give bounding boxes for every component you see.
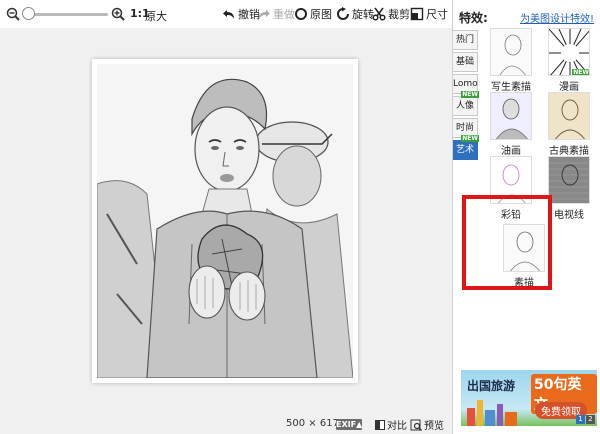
preview-label: 预览 xyxy=(424,421,444,432)
ad-page-1[interactable]: 1 xyxy=(576,415,585,424)
effect-thumbnail: NEW xyxy=(548,28,590,76)
effect-thumbnail xyxy=(490,28,532,76)
tab-label: 基础 xyxy=(455,57,474,67)
resize-icon xyxy=(410,7,424,21)
redo-label: 重做 xyxy=(273,8,295,21)
tab-label: 人像 xyxy=(455,101,474,111)
sketch-image xyxy=(97,64,353,378)
new-badge: NEW xyxy=(572,69,589,76)
tab-label: 热门 xyxy=(455,35,474,45)
ad-banner[interactable]: 出国旅游 50句英文 免费领取 1 2 xyxy=(461,370,597,426)
compare-button[interactable]: 对比 xyxy=(375,417,407,432)
crop-button[interactable]: 裁剪 xyxy=(372,6,410,22)
effect-comic[interactable]: NEW 漫画 xyxy=(541,28,597,93)
zoom-in-icon[interactable] xyxy=(111,7,125,21)
original-image-label: 原图 xyxy=(310,8,332,21)
toolbar: 1:1 原大 撤销 重做 原图 旋转 裁剪 尺寸 xyxy=(0,0,452,28)
rotate-label: 旋转 xyxy=(352,8,374,21)
photo-frame xyxy=(92,59,358,383)
tab-label: 时尚 xyxy=(455,123,474,133)
design-effects-link[interactable]: 为美图设计特效! xyxy=(520,10,594,25)
undo-icon xyxy=(223,10,234,19)
effect-sketch-drawing[interactable]: 写生素描 xyxy=(483,28,539,93)
city-skyline-icon xyxy=(467,400,517,426)
new-badge: NEW xyxy=(461,91,479,98)
effect-label: 古典素描 xyxy=(549,146,589,157)
circle-icon xyxy=(295,8,307,20)
tab-hot[interactable]: 热门 xyxy=(453,30,478,50)
new-badge: NEW xyxy=(461,135,479,142)
zoom-slider-handle[interactable] xyxy=(22,7,35,20)
size-label: 尺寸 xyxy=(426,8,448,21)
sketch-photo[interactable] xyxy=(97,64,353,378)
size-button[interactable]: 尺寸 xyxy=(410,6,448,22)
image-canvas xyxy=(0,28,452,414)
status-bar: 500 × 617 EXIF▲ 对比 预览 xyxy=(0,414,452,434)
image-dimensions: 500 × 617 xyxy=(286,418,339,429)
preview-icon xyxy=(410,419,422,431)
redo-button[interactable]: 重做 xyxy=(257,6,295,22)
effect-thumbnail xyxy=(548,92,590,140)
crop-label: 裁剪 xyxy=(388,8,410,21)
zoom-slider-track[interactable] xyxy=(24,13,108,16)
preview-button[interactable]: 预览 xyxy=(410,417,444,432)
selection-highlight-box xyxy=(462,195,552,290)
times-symbol: × xyxy=(308,418,317,429)
rotate-icon xyxy=(337,7,349,20)
compare-label: 对比 xyxy=(387,421,407,432)
effect-thumbnail xyxy=(548,156,590,204)
ad-pagination: 1 2 xyxy=(576,415,595,424)
effect-oil-painting[interactable]: 油画 xyxy=(483,92,539,157)
effect-thumbnail xyxy=(490,92,532,140)
tab-label: 艺术 xyxy=(455,145,474,155)
tab-portrait[interactable]: 人像 NEW xyxy=(453,91,479,116)
effect-label: 漫画 xyxy=(559,82,579,93)
rotate-button[interactable]: 旋转 xyxy=(336,6,374,22)
panel-title: 特效: xyxy=(459,11,488,25)
image-width: 500 xyxy=(286,418,306,429)
exif-button[interactable]: EXIF▲ xyxy=(336,419,362,430)
tab-label: Lomo xyxy=(453,79,478,89)
scissors-icon xyxy=(372,7,386,21)
effect-classic-sketch[interactable]: 古典素描 xyxy=(541,92,597,157)
tab-art[interactable]: 艺术 NEW xyxy=(453,135,479,160)
effect-label: 写生素描 xyxy=(491,82,531,93)
tab-basic[interactable]: 基础 xyxy=(453,52,478,72)
effect-label: 油画 xyxy=(501,146,521,157)
undo-button[interactable]: 撤销 xyxy=(222,6,260,22)
zoom-out-icon[interactable] xyxy=(6,7,20,21)
original-image-button[interactable]: 原图 xyxy=(294,6,332,22)
category-tabs: 热门 基础 Lomo 人像 NEW 时尚 艺术 NEW xyxy=(453,30,479,162)
redo-icon xyxy=(259,10,270,19)
ad-page-2[interactable]: 2 xyxy=(586,415,595,424)
ad-headline: 出国旅游 xyxy=(467,379,516,393)
compare-icon xyxy=(375,419,385,430)
original-size-button[interactable]: 原大 xyxy=(145,8,167,24)
